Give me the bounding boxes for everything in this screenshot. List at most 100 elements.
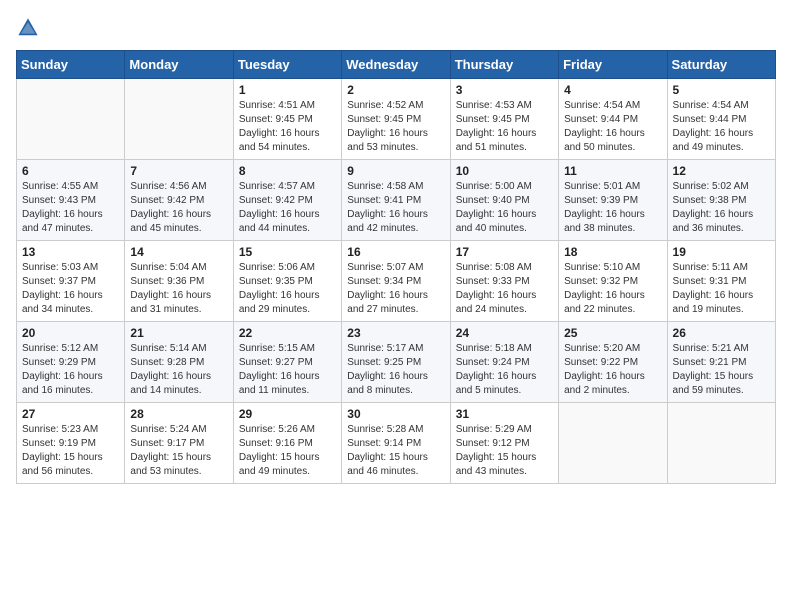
day-number: 15 <box>239 245 336 259</box>
day-info: Sunrise: 5:08 AM Sunset: 9:33 PM Dayligh… <box>456 261 553 317</box>
day-number: 4 <box>564 83 661 97</box>
day-number: 27 <box>22 407 119 421</box>
day-number: 9 <box>347 164 444 178</box>
day-info: Sunrise: 4:54 AM Sunset: 9:44 PM Dayligh… <box>564 99 661 155</box>
weekday-header-tuesday: Tuesday <box>233 51 341 79</box>
calendar-day: 8 Sunrise: 4:57 AM Sunset: 9:42 PM Daylig… <box>233 160 341 241</box>
day-info: Sunrise: 4:56 AM Sunset: 9:42 PM Dayligh… <box>130 180 227 236</box>
calendar-day: 18 Sunrise: 5:10 AM Sunset: 9:32 PM Dayli… <box>559 241 667 322</box>
day-info: Sunrise: 5:28 AM Sunset: 9:14 PM Dayligh… <box>347 423 444 479</box>
weekday-header-thursday: Thursday <box>450 51 558 79</box>
day-number: 2 <box>347 83 444 97</box>
day-info: Sunrise: 5:18 AM Sunset: 9:24 PM Dayligh… <box>456 342 553 398</box>
calendar-day: 11 Sunrise: 5:01 AM Sunset: 9:39 PM Dayli… <box>559 160 667 241</box>
calendar-day: 26 Sunrise: 5:21 AM Sunset: 9:21 PM Dayli… <box>667 322 775 403</box>
day-number: 12 <box>673 164 770 178</box>
day-number: 28 <box>130 407 227 421</box>
day-info: Sunrise: 5:14 AM Sunset: 9:28 PM Dayligh… <box>130 342 227 398</box>
calendar-day: 1 Sunrise: 4:51 AM Sunset: 9:45 PM Daylig… <box>233 79 341 160</box>
day-info: Sunrise: 5:07 AM Sunset: 9:34 PM Dayligh… <box>347 261 444 317</box>
calendar-day: 4 Sunrise: 4:54 AM Sunset: 9:44 PM Daylig… <box>559 79 667 160</box>
calendar-day: 5 Sunrise: 4:54 AM Sunset: 9:44 PM Daylig… <box>667 79 775 160</box>
day-info: Sunrise: 5:17 AM Sunset: 9:25 PM Dayligh… <box>347 342 444 398</box>
day-info: Sunrise: 5:11 AM Sunset: 9:31 PM Dayligh… <box>673 261 770 317</box>
day-info: Sunrise: 5:26 AM Sunset: 9:16 PM Dayligh… <box>239 423 336 479</box>
day-info: Sunrise: 4:55 AM Sunset: 9:43 PM Dayligh… <box>22 180 119 236</box>
calendar-day: 31 Sunrise: 5:29 AM Sunset: 9:12 PM Dayli… <box>450 403 558 484</box>
day-number: 22 <box>239 326 336 340</box>
calendar-day: 28 Sunrise: 5:24 AM Sunset: 9:17 PM Dayli… <box>125 403 233 484</box>
day-info: Sunrise: 5:03 AM Sunset: 9:37 PM Dayligh… <box>22 261 119 317</box>
calendar-day: 20 Sunrise: 5:12 AM Sunset: 9:29 PM Dayli… <box>17 322 125 403</box>
calendar-week-2: 6 Sunrise: 4:55 AM Sunset: 9:43 PM Daylig… <box>17 160 776 241</box>
calendar-header: SundayMondayTuesdayWednesdayThursdayFrid… <box>17 51 776 79</box>
calendar-week-1: 1 Sunrise: 4:51 AM Sunset: 9:45 PM Daylig… <box>17 79 776 160</box>
day-info: Sunrise: 5:04 AM Sunset: 9:36 PM Dayligh… <box>130 261 227 317</box>
weekday-header-wednesday: Wednesday <box>342 51 450 79</box>
day-number: 18 <box>564 245 661 259</box>
day-info: Sunrise: 4:58 AM Sunset: 9:41 PM Dayligh… <box>347 180 444 236</box>
calendar-day: 27Sunrise: 5:23 AM Sunset: 9:19 PM Dayli… <box>17 403 125 484</box>
day-number: 31 <box>456 407 553 421</box>
calendar-day: 10Sunrise: 5:00 AM Sunset: 9:40 PM Dayli… <box>450 160 558 241</box>
day-info: Sunrise: 5:15 AM Sunset: 9:27 PM Dayligh… <box>239 342 336 398</box>
day-number: 10 <box>456 164 553 178</box>
calendar-day: 21 Sunrise: 5:14 AM Sunset: 9:28 PM Dayli… <box>125 322 233 403</box>
calendar-day: 29 Sunrise: 5:26 AM Sunset: 9:16 PM Dayli… <box>233 403 341 484</box>
calendar-day <box>667 403 775 484</box>
day-number: 23 <box>347 326 444 340</box>
day-info: Sunrise: 5:10 AM Sunset: 9:32 PM Dayligh… <box>564 261 661 317</box>
calendar-day: 15 Sunrise: 5:06 AM Sunset: 9:35 PM Dayli… <box>233 241 341 322</box>
day-info: Sunrise: 5:24 AM Sunset: 9:17 PM Dayligh… <box>130 423 227 479</box>
calendar-day: 7 Sunrise: 4:56 AM Sunset: 9:42 PM Daylig… <box>125 160 233 241</box>
day-number: 16 <box>347 245 444 259</box>
day-info: Sunrise: 5:12 AM Sunset: 9:29 PM Dayligh… <box>22 342 119 398</box>
day-info: Sunrise: 4:57 AM Sunset: 9:42 PM Dayligh… <box>239 180 336 236</box>
calendar-body: 1 Sunrise: 4:51 AM Sunset: 9:45 PM Daylig… <box>17 79 776 484</box>
day-info: Sunrise: 4:54 AM Sunset: 9:44 PM Dayligh… <box>673 99 770 155</box>
day-info: Sunrise: 5:02 AM Sunset: 9:38 PM Dayligh… <box>673 180 770 236</box>
calendar-day: 3 Sunrise: 4:53 AM Sunset: 9:45 PM Daylig… <box>450 79 558 160</box>
day-number: 1 <box>239 83 336 97</box>
day-info: Sunrise: 5:06 AM Sunset: 9:35 PM Dayligh… <box>239 261 336 317</box>
day-info: Sunrise: 5:21 AM Sunset: 9:21 PM Dayligh… <box>673 342 770 398</box>
calendar-table: SundayMondayTuesdayWednesdayThursdayFrid… <box>16 50 776 484</box>
logo-icon <box>16 16 40 40</box>
day-number: 17 <box>456 245 553 259</box>
calendar-day: 9 Sunrise: 4:58 AM Sunset: 9:41 PM Daylig… <box>342 160 450 241</box>
day-number: 5 <box>673 83 770 97</box>
weekday-header-saturday: Saturday <box>667 51 775 79</box>
calendar-day: 19 Sunrise: 5:11 AM Sunset: 9:31 PM Dayli… <box>667 241 775 322</box>
calendar-day: 16 Sunrise: 5:07 AM Sunset: 9:34 PM Dayli… <box>342 241 450 322</box>
day-number: 29 <box>239 407 336 421</box>
calendar-day <box>17 79 125 160</box>
day-info: Sunrise: 4:52 AM Sunset: 9:45 PM Dayligh… <box>347 99 444 155</box>
day-number: 3 <box>456 83 553 97</box>
calendar-day: 23 Sunrise: 5:17 AM Sunset: 9:25 PM Dayli… <box>342 322 450 403</box>
weekday-header-friday: Friday <box>559 51 667 79</box>
day-number: 6 <box>22 164 119 178</box>
day-number: 7 <box>130 164 227 178</box>
calendar-day: 25Sunrise: 5:20 AM Sunset: 9:22 PM Dayli… <box>559 322 667 403</box>
page-header <box>16 16 776 40</box>
calendar-week-5: 27Sunrise: 5:23 AM Sunset: 9:19 PM Dayli… <box>17 403 776 484</box>
day-info: Sunrise: 5:20 AM Sunset: 9:22 PM Dayligh… <box>564 342 661 398</box>
calendar-day: 17 Sunrise: 5:08 AM Sunset: 9:33 PM Dayli… <box>450 241 558 322</box>
calendar-week-4: 20 Sunrise: 5:12 AM Sunset: 9:29 PM Dayli… <box>17 322 776 403</box>
weekday-header-sunday: Sunday <box>17 51 125 79</box>
calendar-day: 13Sunrise: 5:03 AM Sunset: 9:37 PM Dayli… <box>17 241 125 322</box>
day-number: 14 <box>130 245 227 259</box>
day-info: Sunrise: 5:01 AM Sunset: 9:39 PM Dayligh… <box>564 180 661 236</box>
day-info: Sunrise: 4:51 AM Sunset: 9:45 PM Dayligh… <box>239 99 336 155</box>
day-number: 20 <box>22 326 119 340</box>
weekday-header-row: SundayMondayTuesdayWednesdayThursdayFrid… <box>17 51 776 79</box>
day-number: 26 <box>673 326 770 340</box>
day-number: 19 <box>673 245 770 259</box>
day-number: 21 <box>130 326 227 340</box>
day-number: 30 <box>347 407 444 421</box>
day-number: 11 <box>564 164 661 178</box>
day-info: Sunrise: 4:53 AM Sunset: 9:45 PM Dayligh… <box>456 99 553 155</box>
day-number: 8 <box>239 164 336 178</box>
calendar-week-3: 13Sunrise: 5:03 AM Sunset: 9:37 PM Dayli… <box>17 241 776 322</box>
day-info: Sunrise: 5:29 AM Sunset: 9:12 PM Dayligh… <box>456 423 553 479</box>
